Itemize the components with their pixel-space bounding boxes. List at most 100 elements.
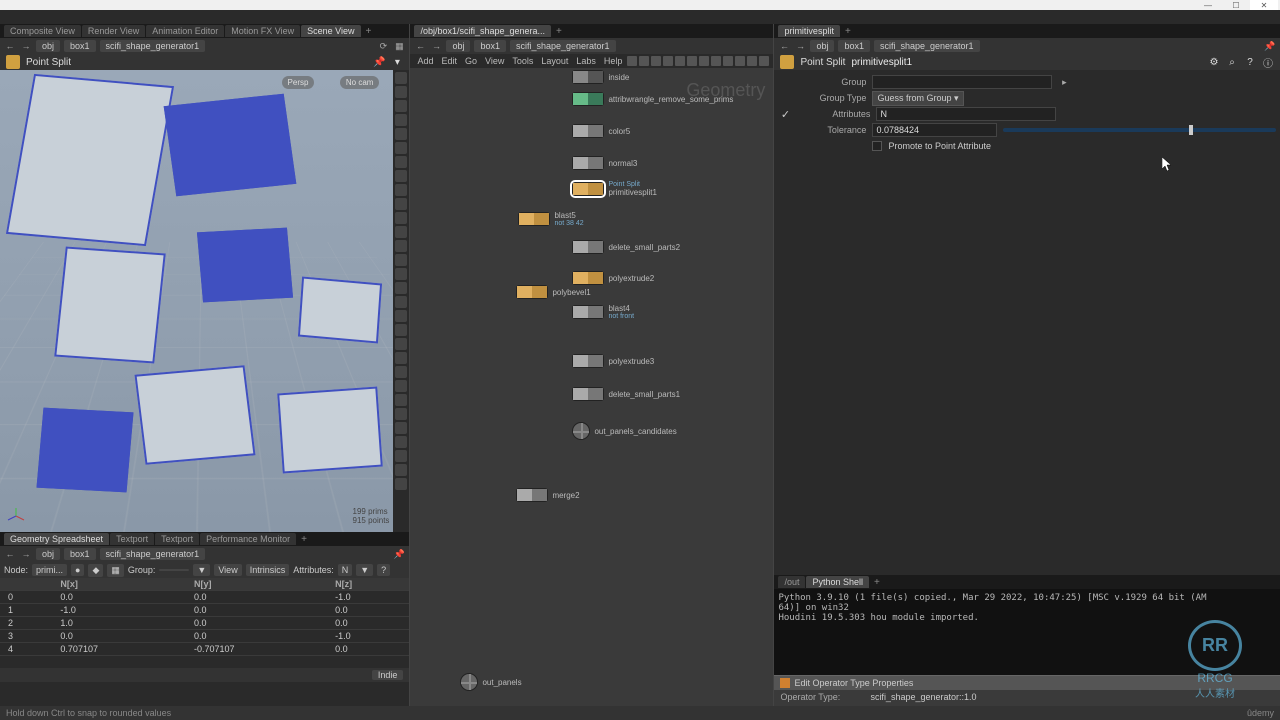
graph-node-merge2[interactable]: merge2 (516, 488, 579, 502)
minimize-button[interactable]: — (1194, 0, 1222, 10)
graph-node-polyextrude3[interactable]: polyextrude3 (572, 354, 654, 368)
pin-icon[interactable]: 📌 (393, 548, 405, 560)
ss-header[interactable]: N[z] (327, 578, 409, 591)
network-toolbar-icon-6[interactable] (699, 56, 709, 66)
ss-tab-1[interactable]: Textport (110, 533, 154, 545)
network-toolbar-icon-9[interactable] (735, 56, 745, 66)
viewport-tool-22[interactable] (395, 380, 407, 392)
gear-icon[interactable]: ⚙ (1208, 56, 1220, 68)
network-menu-edit[interactable]: Edit (438, 56, 460, 66)
view-dropdown[interactable]: View (214, 564, 241, 576)
forward-icon[interactable]: → (430, 40, 442, 52)
net-path-gen[interactable]: scifi_shape_generator1 (510, 40, 616, 52)
info-icon[interactable]: ⓘ (1262, 56, 1274, 68)
graph-node-primitivesplit1[interactable]: Point Splitprimitivesplit1 (572, 181, 656, 197)
viewport-tool-8[interactable] (395, 184, 407, 196)
viewport-tool-10[interactable] (395, 212, 407, 224)
network-menu-view[interactable]: View (482, 56, 507, 66)
persp-toggle[interactable]: Persp (282, 76, 315, 89)
graph-node-out_panels[interactable]: out_panels (460, 673, 521, 691)
viewport-tool-20[interactable] (395, 352, 407, 364)
network-menu-add[interactable]: Add (414, 56, 436, 66)
pp-box1[interactable]: box1 (838, 40, 870, 52)
forward-icon[interactable]: → (20, 548, 32, 560)
viewport-tool-9[interactable] (395, 198, 407, 210)
reload-icon[interactable]: ⟳ (377, 40, 389, 52)
network-toolbar-icon-10[interactable] (747, 56, 757, 66)
graph-node-polybevel1[interactable]: polybevel1 (516, 285, 590, 299)
path-seg-gen[interactable]: scifi_shape_generator1 (100, 40, 206, 52)
graph-node-blast5[interactable]: blast5not 38 42 (518, 211, 583, 227)
network-toolbar-icon-1[interactable] (639, 56, 649, 66)
menu-icon[interactable]: ▾ (391, 56, 403, 68)
table-row[interactable]: 40.707107-0.7071070.0 (0, 643, 409, 656)
viewport-tool-21[interactable] (395, 366, 407, 378)
left-tab-1[interactable]: Render View (82, 25, 145, 37)
pin-icon[interactable]: 📌 (373, 56, 385, 68)
maximize-button[interactable]: ☐ (1222, 0, 1250, 10)
ss-tab-2[interactable]: Textport (155, 533, 199, 545)
network-toolbar-icon-2[interactable] (651, 56, 661, 66)
network-toolbar-icon-8[interactable] (723, 56, 733, 66)
tab-add-icon[interactable]: + (362, 26, 376, 37)
net-path-box1[interactable]: box1 (474, 40, 506, 52)
points-mode-icon[interactable]: ● (71, 564, 84, 576)
ss-header[interactable] (0, 578, 52, 591)
intrinsics-dropdown[interactable]: Intrinsics (246, 564, 290, 576)
render-icon[interactable]: ▦ (393, 40, 405, 52)
tolerance-slider[interactable] (1003, 128, 1276, 132)
group-input[interactable] (159, 569, 189, 571)
attributes-input[interactable] (876, 107, 1056, 121)
tab-add-icon[interactable]: + (552, 26, 566, 37)
param-tab[interactable]: primitivesplit (778, 25, 840, 37)
viewport-tool-7[interactable] (395, 170, 407, 182)
ss-header[interactable]: N[x] (52, 578, 186, 591)
pp-gen[interactable]: scifi_shape_generator1 (874, 40, 980, 52)
viewport-tool-16[interactable] (395, 296, 407, 308)
viewport-tool-18[interactable] (395, 324, 407, 336)
viewport-tool-29[interactable] (395, 478, 407, 490)
cam-toggle[interactable]: No cam (340, 76, 380, 89)
group-menu-icon[interactable]: ▸ (1058, 76, 1070, 88)
network-toolbar-icon-7[interactable] (711, 56, 721, 66)
table-row[interactable]: 30.00.0-1.0 (0, 630, 409, 643)
back-icon[interactable]: ← (778, 40, 790, 52)
graph-node-blast4[interactable]: blast4not front (572, 304, 634, 320)
ss-path-box1[interactable]: box1 (64, 548, 96, 560)
viewport-tool-23[interactable] (395, 394, 407, 406)
scene-viewport[interactable]: Persp No cam 199 prims 915 points (0, 70, 409, 532)
network-tab[interactable]: /obj/box1/scifi_shape_genera... (414, 25, 551, 37)
grouptype-dropdown[interactable]: Guess from Group ▾ (872, 91, 963, 106)
graph-node-inside[interactable]: inside (572, 70, 629, 84)
viewport-tool-28[interactable] (395, 464, 407, 476)
tolerance-input[interactable] (872, 123, 997, 137)
network-toolbar-icon-0[interactable] (627, 56, 637, 66)
ss-tab-3[interactable]: Performance Monitor (200, 533, 296, 545)
graph-node-polyextrude2[interactable]: polyextrude2 (572, 271, 654, 285)
path-seg-box1[interactable]: box1 (64, 40, 96, 52)
prims-mode-icon[interactable]: ▦ (107, 564, 124, 577)
forward-icon[interactable]: → (20, 40, 32, 52)
left-tab-0[interactable]: Composite View (4, 25, 81, 37)
left-tab-2[interactable]: Animation Editor (146, 25, 224, 37)
viewport-tool-6[interactable] (395, 156, 407, 168)
viewport-tool-24[interactable] (395, 408, 407, 420)
viewport-tool-0[interactable] (395, 72, 407, 84)
close-button[interactable]: ✕ (1250, 0, 1278, 10)
viewport-tool-27[interactable] (395, 450, 407, 462)
graph-node-out_panels_candidates[interactable]: out_panels_candidates (572, 422, 676, 440)
filter-icon[interactable]: ▼ (193, 564, 210, 576)
ss-tab-0[interactable]: Geometry Spreadsheet (4, 533, 109, 545)
network-toolbar-icon-11[interactable] (759, 56, 769, 66)
help-icon[interactable]: ? (377, 564, 390, 576)
verts-mode-icon[interactable]: ◆ (88, 564, 103, 577)
help-icon[interactable]: ? (1244, 56, 1256, 68)
shell-tab-0[interactable]: /out (778, 576, 805, 588)
viewport-tool-1[interactable] (395, 86, 407, 98)
viewport-tool-3[interactable] (395, 114, 407, 126)
ss-path-gen[interactable]: scifi_shape_generator1 (100, 548, 206, 560)
path-seg-obj[interactable]: obj (36, 40, 60, 52)
viewport-tool-15[interactable] (395, 282, 407, 294)
viewport-tool-19[interactable] (395, 338, 407, 350)
graph-node-attribwrangle[interactable]: attribwrangle_remove_some_prims (572, 92, 733, 106)
